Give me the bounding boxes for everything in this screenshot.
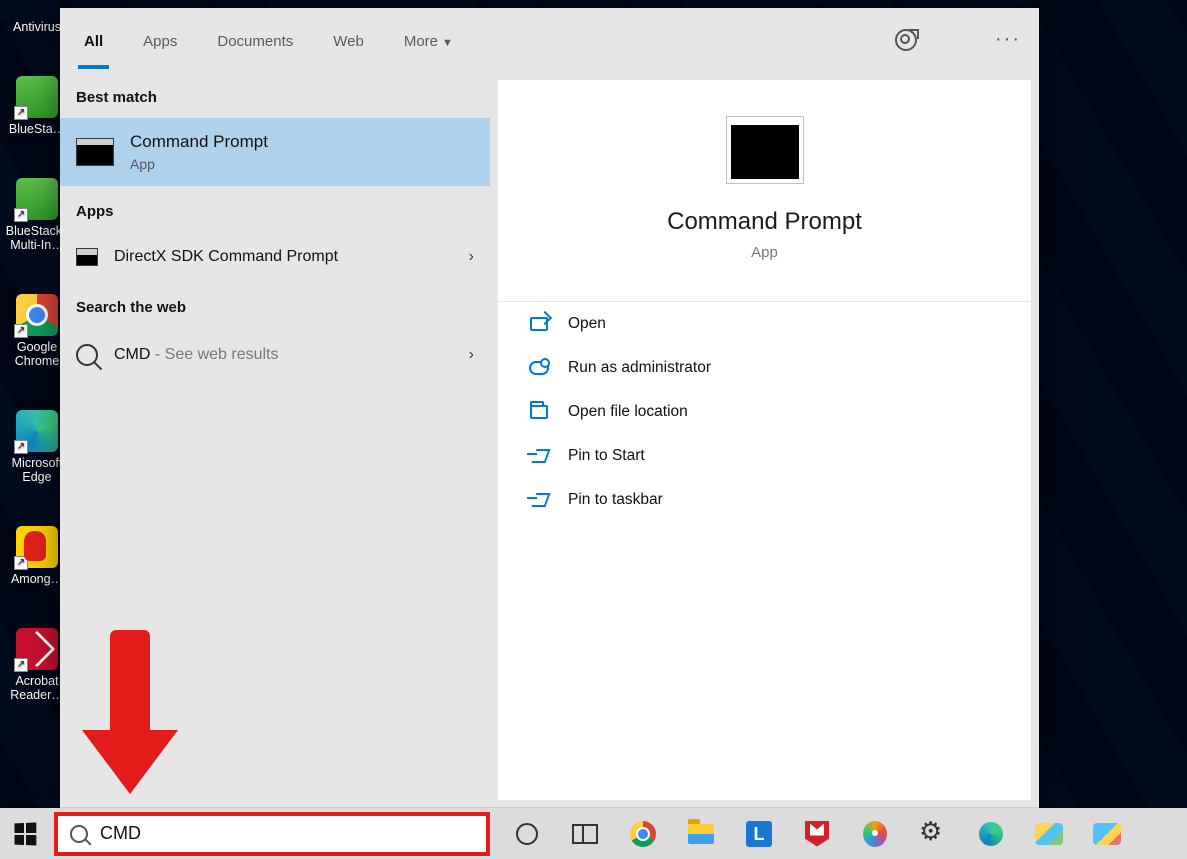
taskbar-search-box[interactable] bbox=[54, 812, 490, 856]
taskbar-mcafee[interactable] bbox=[802, 819, 832, 849]
desktop-icon-bluestacks-multi[interactable]: ↗ BlueStacks Multi-In… bbox=[8, 178, 66, 252]
pin-icon bbox=[528, 489, 550, 511]
desktop-icon-label: Antivirus bbox=[13, 20, 61, 34]
options-button[interactable]: ··· bbox=[995, 28, 1021, 51]
bluestacks-icon bbox=[1035, 823, 1063, 845]
best-match-heading: Best match bbox=[60, 72, 490, 118]
chevron-right-icon: › bbox=[469, 346, 474, 364]
action-label: Pin to taskbar bbox=[568, 491, 663, 509]
desktop-icon-label: Microsoft Edge bbox=[8, 456, 66, 484]
task-view-icon bbox=[572, 824, 598, 844]
tab-documents[interactable]: Documents bbox=[211, 11, 299, 68]
chevron-right-icon: › bbox=[469, 248, 474, 266]
action-label: Run as administrator bbox=[568, 359, 711, 377]
shield-icon bbox=[528, 357, 550, 379]
preview-title: Command Prompt bbox=[667, 208, 862, 236]
desktop-icons-column: Antivirus ↗ BlueSta… ↗ BlueStacks Multi-… bbox=[8, 0, 66, 702]
action-pin-start[interactable]: Pin to Start bbox=[526, 434, 1003, 478]
action-label: Pin to Start bbox=[568, 447, 645, 465]
best-match-subtitle: App bbox=[130, 156, 268, 172]
cortana-button[interactable] bbox=[512, 819, 542, 849]
tab-more[interactable]: More ▼ bbox=[398, 11, 459, 68]
tab-apps[interactable]: Apps bbox=[137, 11, 183, 68]
preview-subtitle: App bbox=[751, 244, 778, 261]
cmd-icon bbox=[76, 248, 98, 266]
taskbar: L bbox=[0, 808, 1187, 859]
action-open-file-location[interactable]: Open file location bbox=[526, 390, 1003, 434]
tab-all[interactable]: All bbox=[78, 11, 109, 68]
chrome-icon bbox=[630, 821, 656, 847]
action-run-admin[interactable]: Run as administrator bbox=[526, 346, 1003, 390]
taskbar-edge[interactable] bbox=[976, 819, 1006, 849]
bluestacks-icon bbox=[1093, 823, 1121, 845]
feedback-icon bbox=[895, 29, 917, 51]
folder-icon bbox=[528, 401, 550, 423]
app-result-directx-sdk[interactable]: DirectX SDK Command Prompt › bbox=[60, 232, 490, 282]
gear-icon bbox=[921, 822, 945, 846]
desktop-icon-antivirus[interactable]: Antivirus bbox=[8, 0, 66, 34]
desktop-icon-acrobat[interactable]: ↗ Acrobat Reader… bbox=[8, 628, 66, 702]
tab-more-label: More bbox=[404, 33, 438, 50]
app-result-title: DirectX SDK Command Prompt bbox=[114, 248, 453, 266]
desktop-icon-amongus[interactable]: ↗ Among… bbox=[8, 526, 66, 586]
windows-logo-icon bbox=[15, 822, 37, 845]
edge-icon bbox=[979, 822, 1003, 846]
web-result-hint: - See web results bbox=[150, 346, 278, 363]
file-explorer-icon bbox=[688, 824, 714, 844]
tab-web[interactable]: Web bbox=[327, 11, 370, 68]
l-icon: L bbox=[746, 821, 772, 847]
apps-heading: Apps bbox=[60, 186, 490, 232]
taskbar-apps: L bbox=[490, 819, 1187, 849]
action-label: Open bbox=[568, 315, 606, 333]
pin-icon bbox=[528, 445, 550, 467]
taskbar-bluestacks-1[interactable] bbox=[1034, 819, 1064, 849]
desktop-icon-edge[interactable]: ↗ Microsoft Edge bbox=[8, 410, 66, 484]
results-column: Best match Command Prompt App Apps Direc… bbox=[60, 72, 490, 808]
desktop-icon-label: Acrobat Reader… bbox=[8, 674, 66, 702]
taskbar-paint[interactable] bbox=[860, 819, 890, 849]
search-icon bbox=[76, 344, 98, 366]
cmd-icon bbox=[76, 138, 114, 166]
taskbar-l-app[interactable]: L bbox=[744, 819, 774, 849]
web-result-query: CMD bbox=[114, 346, 150, 363]
start-search-panel: All Apps Documents Web More ▼ ··· Best ma… bbox=[60, 8, 1039, 808]
action-label: Open file location bbox=[568, 403, 688, 421]
web-result[interactable]: CMD - See web results › bbox=[60, 328, 490, 382]
desktop-icon-label: BlueStacks Multi-In… bbox=[6, 224, 69, 252]
start-button[interactable] bbox=[0, 808, 50, 859]
feedback-button[interactable] bbox=[895, 29, 917, 51]
action-open[interactable]: Open bbox=[526, 302, 1003, 346]
taskbar-explorer[interactable] bbox=[686, 819, 716, 849]
search-icon bbox=[70, 825, 88, 843]
action-pin-taskbar[interactable]: Pin to taskbar bbox=[526, 478, 1003, 522]
search-input[interactable] bbox=[100, 823, 474, 844]
search-filter-tabs: All Apps Documents Web More ▼ ··· bbox=[60, 8, 1039, 72]
task-view-button[interactable] bbox=[570, 819, 600, 849]
best-match-result[interactable]: Command Prompt App bbox=[60, 118, 490, 186]
open-icon bbox=[528, 313, 550, 335]
desktop-icon-label: BlueSta… bbox=[9, 122, 65, 136]
desktop-icon-bluestacks[interactable]: ↗ BlueSta… bbox=[8, 76, 66, 136]
desktop-icon-label: Among… bbox=[11, 572, 63, 586]
circle-icon bbox=[516, 823, 538, 845]
search-web-heading: Search the web bbox=[60, 282, 490, 328]
mcafee-icon bbox=[805, 821, 829, 847]
desktop-icon-chrome[interactable]: ↗ Google Chrome bbox=[8, 294, 66, 368]
preview-actions: Open Run as administrator Open file loca… bbox=[498, 301, 1031, 522]
chevron-down-icon: ▼ bbox=[442, 37, 453, 49]
preview-app-icon bbox=[726, 116, 804, 184]
taskbar-settings[interactable] bbox=[918, 819, 948, 849]
paint-icon bbox=[863, 821, 887, 847]
taskbar-chrome[interactable] bbox=[628, 819, 658, 849]
preview-column: Command Prompt App Open Run as administr… bbox=[490, 72, 1039, 808]
best-match-title: Command Prompt bbox=[130, 132, 268, 152]
taskbar-bluestacks-2[interactable] bbox=[1092, 819, 1122, 849]
desktop-icon-label: Google Chrome bbox=[8, 340, 66, 368]
